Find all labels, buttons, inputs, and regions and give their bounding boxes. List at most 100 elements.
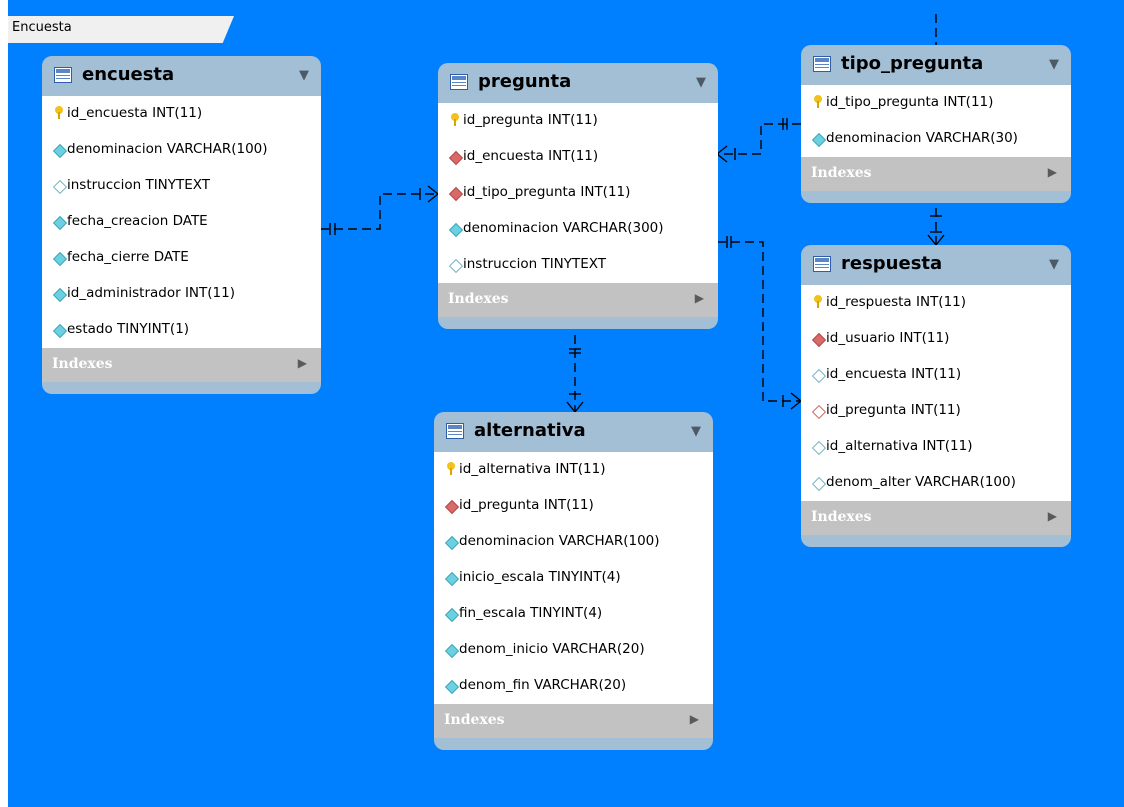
diagram-canvas: Encuesta encuesta ▼ id_encuesta INT(11) …	[8, 0, 1124, 807]
column-label: instruccion TINYTEXT	[67, 177, 211, 193]
red-diamond-icon	[448, 186, 464, 202]
triangle-right-icon[interactable]: ▶	[1048, 509, 1057, 523]
column-row[interactable]: id_tipo_pregunta INT(11)	[438, 175, 718, 211]
column-label: denominacion VARCHAR(300)	[463, 220, 664, 236]
cyan-diamond-icon	[448, 222, 464, 238]
table-name: alternativa	[474, 420, 586, 441]
key-icon	[447, 462, 455, 475]
indexes-section[interactable]: Indexes ▶	[801, 157, 1071, 191]
table-name: pregunta	[478, 71, 572, 92]
cyan-diamond-icon	[811, 132, 827, 148]
column-row[interactable]: estado TINYINT(1)	[42, 312, 321, 348]
column-label: id_alternativa INT(11)	[459, 461, 606, 477]
column-row[interactable]: fecha_cierre DATE	[42, 240, 321, 276]
indexes-label: Indexes	[811, 165, 872, 181]
table-header[interactable]: respuesta ▼	[801, 245, 1071, 285]
column-row[interactable]: denom_fin VARCHAR(20)	[434, 668, 713, 704]
white-diamond-icon	[448, 258, 464, 274]
column-row[interactable]: denominacion VARCHAR(100)	[42, 132, 321, 168]
triangle-right-icon[interactable]: ▶	[695, 291, 704, 305]
column-row[interactable]: id_administrador INT(11)	[42, 276, 321, 312]
column-row[interactable]: inicio_escala TINYINT(4)	[434, 560, 713, 596]
column-row[interactable]: id_pregunta INT(11)	[434, 488, 713, 524]
column-label: fecha_cierre DATE	[67, 249, 189, 265]
table-alternativa[interactable]: alternativa ▼ id_alternativa INT(11) id_…	[434, 412, 713, 750]
column-row[interactable]: id_pregunta INT(11)	[438, 103, 718, 139]
triangle-right-icon[interactable]: ▶	[298, 356, 307, 370]
table-footer	[42, 382, 321, 394]
table-header[interactable]: encuesta ▼	[42, 56, 321, 96]
column-row[interactable]: id_encuesta INT(11)	[801, 357, 1071, 393]
table-respuesta[interactable]: respuesta ▼ id_respuesta INT(11) id_usua…	[801, 245, 1071, 547]
column-label: denom_fin VARCHAR(20)	[459, 677, 627, 693]
white-diamond-icon	[811, 476, 827, 492]
key-icon	[451, 113, 459, 126]
indexes-label: Indexes	[444, 712, 505, 728]
column-row[interactable]: denom_inicio VARCHAR(20)	[434, 632, 713, 668]
indexes-section[interactable]: Indexes ▶	[438, 283, 718, 317]
indexes-section[interactable]: Indexes ▶	[42, 348, 321, 382]
table-icon	[813, 256, 831, 272]
triangle-right-icon[interactable]: ▶	[690, 712, 699, 726]
indexes-section[interactable]: Indexes ▶	[434, 704, 713, 738]
red-diamond-icon	[448, 150, 464, 166]
triangle-down-icon[interactable]: ▼	[696, 75, 706, 90]
column-label: denom_alter VARCHAR(100)	[826, 474, 1016, 490]
column-row[interactable]: denominacion VARCHAR(100)	[434, 524, 713, 560]
table-icon	[450, 74, 468, 90]
column-row[interactable]: instruccion TINYTEXT	[42, 168, 321, 204]
cyan-diamond-icon	[444, 679, 460, 695]
indexes-label: Indexes	[52, 356, 113, 372]
table-pregunta[interactable]: pregunta ▼ id_pregunta INT(11) id_encues…	[438, 63, 718, 329]
column-label: id_encuesta INT(11)	[67, 105, 203, 121]
column-row[interactable]: id_usuario INT(11)	[801, 321, 1071, 357]
column-label: denominacion VARCHAR(30)	[826, 130, 1018, 146]
column-row[interactable]: id_alternativa INT(11)	[801, 429, 1071, 465]
column-row[interactable]: id_tipo_pregunta INT(11)	[801, 85, 1071, 121]
column-label: id_encuesta INT(11)	[826, 366, 962, 382]
column-row[interactable]: instruccion TINYTEXT	[438, 247, 718, 283]
column-label: denom_inicio VARCHAR(20)	[459, 641, 645, 657]
column-label: id_pregunta INT(11)	[463, 112, 598, 128]
column-row[interactable]: id_encuesta INT(11)	[438, 139, 718, 175]
red-diamond-icon	[444, 499, 460, 515]
triangle-down-icon[interactable]: ▼	[299, 68, 309, 83]
column-label: instruccion TINYTEXT	[463, 256, 607, 272]
column-label: id_pregunta INT(11)	[826, 402, 961, 418]
column-row[interactable]: fecha_creacion DATE	[42, 204, 321, 240]
column-row[interactable]: denominacion VARCHAR(30)	[801, 121, 1071, 157]
column-label: fecha_creacion DATE	[67, 213, 208, 229]
red-diamond-icon	[811, 332, 827, 348]
column-label: id_administrador INT(11)	[67, 285, 235, 301]
triangle-down-icon[interactable]: ▼	[1049, 257, 1059, 272]
column-row[interactable]: denominacion VARCHAR(300)	[438, 211, 718, 247]
cyan-diamond-icon	[444, 535, 460, 551]
cyan-diamond-icon	[52, 251, 68, 267]
column-row[interactable]: denom_alter VARCHAR(100)	[801, 465, 1071, 501]
triangle-down-icon[interactable]: ▼	[1049, 57, 1059, 72]
table-tipo-pregunta[interactable]: tipo_pregunta ▼ id_tipo_pregunta INT(11)…	[801, 45, 1071, 203]
cyan-diamond-icon	[444, 607, 460, 623]
table-header[interactable]: alternativa ▼	[434, 412, 713, 452]
column-label: id_tipo_pregunta INT(11)	[463, 184, 631, 200]
column-row[interactable]: id_alternativa INT(11)	[434, 452, 713, 488]
column-row[interactable]: id_pregunta INT(11)	[801, 393, 1071, 429]
indexes-section[interactable]: Indexes ▶	[801, 501, 1071, 535]
table-encuesta[interactable]: encuesta ▼ id_encuesta INT(11) denominac…	[42, 56, 321, 394]
cyan-diamond-icon	[444, 643, 460, 659]
column-label: fin_escala TINYINT(4)	[459, 605, 603, 621]
table-footer	[438, 317, 718, 329]
key-icon	[55, 106, 63, 119]
columns-list: id_encuesta INT(11) denominacion VARCHAR…	[42, 96, 321, 348]
table-header[interactable]: tipo_pregunta ▼	[801, 45, 1071, 85]
table-name: tipo_pregunta	[841, 53, 984, 74]
triangle-right-icon[interactable]: ▶	[1048, 165, 1057, 179]
table-header[interactable]: pregunta ▼	[438, 63, 718, 103]
column-row[interactable]: fin_escala TINYINT(4)	[434, 596, 713, 632]
column-label: id_encuesta INT(11)	[463, 148, 599, 164]
columns-list: id_alternativa INT(11) id_pregunta INT(1…	[434, 452, 713, 704]
column-row[interactable]: id_encuesta INT(11)	[42, 96, 321, 132]
column-label: id_respuesta INT(11)	[826, 294, 967, 310]
column-row[interactable]: id_respuesta INT(11)	[801, 285, 1071, 321]
triangle-down-icon[interactable]: ▼	[691, 424, 701, 439]
